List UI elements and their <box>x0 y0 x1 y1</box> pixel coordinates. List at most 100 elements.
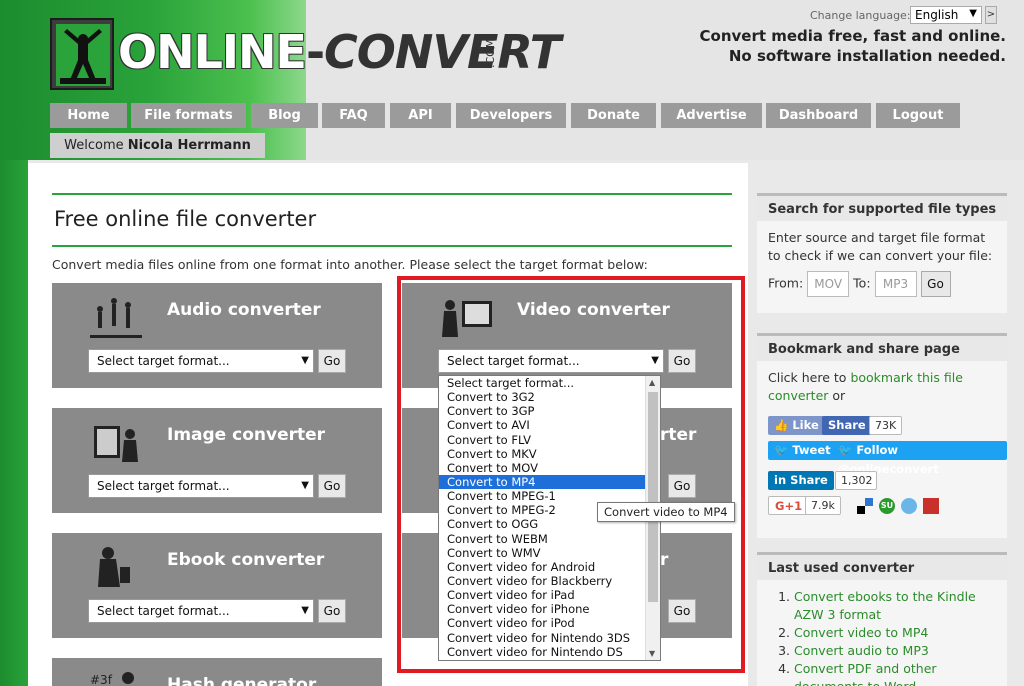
select-placeholder: Select target format... <box>97 479 230 493</box>
digg-icon[interactable] <box>901 498 917 514</box>
stumbleupon-icon[interactable]: SU <box>879 498 895 514</box>
nav-faq[interactable]: FAQ <box>322 103 385 128</box>
page-title: Free online file converter <box>54 207 317 231</box>
dropdown-option[interactable]: Convert to MP4 <box>439 474 645 490</box>
facebook-like-button[interactable]: 👍 Like <box>768 416 825 435</box>
dropdown-option[interactable]: Convert to MKV <box>439 447 645 461</box>
search-go-button[interactable]: Go <box>920 271 951 297</box>
logo-icon[interactable] <box>50 18 114 90</box>
scroll-up-icon[interactable]: ▲ <box>649 378 655 387</box>
image-converter-title: Image converter <box>167 425 326 445</box>
list-item[interactable]: Convert ebooks to the Kindle AZW 3 forma… <box>794 588 1007 624</box>
nav-file-formats[interactable]: File formats <box>131 103 246 128</box>
dropdown-option[interactable]: Convert to FLV <box>439 433 645 447</box>
dropdown-option[interactable]: Convert video for Blackberry <box>439 574 645 588</box>
search-box-text: Enter source and target file format to c… <box>768 230 993 263</box>
to-format-input[interactable]: MP3 <box>874 271 917 297</box>
fb-like-label: Like <box>792 418 819 432</box>
language-go-button[interactable]: > <box>985 6 997 24</box>
nav-developers[interactable]: Developers <box>456 103 566 128</box>
audio-format-select[interactable]: Select target format... ▼ <box>88 349 314 373</box>
nav-donate[interactable]: Donate <box>571 103 656 128</box>
welcome-prefix: Welcome <box>64 138 124 153</box>
bookmark-box-title: Bookmark and share page <box>757 333 1007 361</box>
dropdown-option[interactable]: Convert to 3G2 <box>439 390 645 404</box>
google-plus-button[interactable]: G+1 <box>768 496 810 515</box>
linkedin-count: 1,302 <box>835 471 877 490</box>
dropdown-option[interactable]: Select target format... <box>439 376 645 390</box>
last-used-list: Convert ebooks to the Kindle AZW 3 forma… <box>757 588 1007 686</box>
last-used-link[interactable]: Convert ebooks to the Kindle AZW 3 forma… <box>794 589 976 622</box>
ebook-go-button[interactable]: Go <box>318 599 346 623</box>
title-divider-top <box>52 193 732 195</box>
tweet-button[interactable]: 🐦 Tweet <box>768 441 837 460</box>
nav-logout[interactable]: Logout <box>876 103 960 128</box>
dropdown-option[interactable]: Convert video for Nintendo 3DS <box>439 631 645 645</box>
tagline: Convert media free, fast and online. No … <box>700 26 1007 66</box>
page-description: Convert media files online from one form… <box>52 257 648 272</box>
last-used-converter-box: Last used converter Convert ebooks to th… <box>757 552 1007 686</box>
dropdown-option[interactable]: Convert video for iPhone <box>439 602 645 616</box>
dropdown-option[interactable]: Convert to WEBM <box>439 532 645 546</box>
welcome-user[interactable]: Welcome Nicola Herrmann <box>50 133 265 158</box>
facebook-count: 73K <box>869 416 903 435</box>
thumbs-up-icon: 👍 <box>774 418 789 432</box>
dropdown-option[interactable]: Convert video for iPad <box>439 588 645 602</box>
language-select[interactable]: English ▼ <box>910 6 982 24</box>
image-go-button[interactable]: Go <box>318 474 346 498</box>
logo-dash-text: - <box>305 25 325 79</box>
hash-generator-card: #3f Hash generator <box>52 658 382 686</box>
chevron-down-icon: ▼ <box>301 605 309 616</box>
scroll-down-icon[interactable]: ▼ <box>649 649 655 658</box>
facebook-share-button[interactable]: Share <box>822 416 872 435</box>
last-used-title: Last used converter <box>757 552 1007 580</box>
image-converter-card: Image converter Select target format... … <box>52 408 382 513</box>
audio-go-button[interactable]: Go <box>318 349 346 373</box>
nav-home[interactable]: Home <box>50 103 127 128</box>
list-item[interactable]: Convert audio to MP3 <box>794 642 1007 660</box>
last-used-link[interactable]: Convert video to MP4 <box>794 625 928 640</box>
mixx-icon[interactable] <box>923 498 939 514</box>
search-box-title: Search for supported file types <box>757 193 1007 221</box>
delicious-icon[interactable] <box>857 498 873 514</box>
image-format-select[interactable]: Select target format... ▼ <box>88 474 314 498</box>
tweet-label: Tweet <box>792 443 831 457</box>
audio-converter-card: Audio converter Select target format... … <box>52 283 382 388</box>
nav-advertise[interactable]: Advertise <box>661 103 762 128</box>
linkedin-share-button[interactable]: in Share <box>768 471 834 490</box>
hash-icon: #3f <box>90 672 134 686</box>
dropdown-option[interactable]: Convert video for Nintendo DS <box>439 645 645 659</box>
linkedin-icon: in <box>774 473 787 487</box>
chevron-down-icon: ▼ <box>301 355 309 366</box>
follow-twitter-button[interactable]: 🐦 Follow @onlineconvert <box>832 441 1007 476</box>
last-used-link[interactable]: Convert audio to MP3 <box>794 643 929 658</box>
tagline-line-2: No software installation needed. <box>728 47 1006 65</box>
nav-api[interactable]: API <box>390 103 451 128</box>
select-placeholder: Select target format... <box>97 604 230 618</box>
from-format-input[interactable]: MOV <box>807 271 850 297</box>
to-label: To: <box>853 275 871 291</box>
dropdown-option[interactable]: Convert to AVI <box>439 418 645 432</box>
dropdown-option[interactable]: Convert to MOV <box>439 461 645 475</box>
scrollbar-thumb[interactable] <box>648 392 658 602</box>
from-label: From: <box>768 275 804 291</box>
dropdown-option[interactable]: Convert to WMV <box>439 546 645 560</box>
ebook-converter-card: Ebook converter Select target format... … <box>52 533 382 638</box>
ebook-reader-icon <box>98 547 130 587</box>
list-item[interactable]: Convert PDF and other documents to Word <box>794 660 1007 686</box>
last-used-link[interactable]: Convert PDF and other documents to Word <box>794 661 937 686</box>
dropdown-option[interactable]: Convert video for iPod <box>439 616 645 630</box>
dropdown-option[interactable]: Convert to 3GP <box>439 404 645 418</box>
nav-dashboard[interactable]: Dashboard <box>766 103 871 128</box>
left-green-strip <box>0 160 28 686</box>
chevron-down-icon: ▼ <box>969 8 977 19</box>
list-item[interactable]: Convert video to MP4 <box>794 624 1007 642</box>
search-file-types-box: Search for supported file types Enter so… <box>757 193 1007 313</box>
logo-convert-text: CONVERT <box>324 25 561 79</box>
logo-online-text: ONLINE <box>118 25 307 79</box>
nav-blog[interactable]: Blog <box>251 103 318 128</box>
twitter-bird-icon: 🐦 <box>774 443 789 457</box>
ebook-format-select[interactable]: Select target format... ▼ <box>88 599 314 623</box>
image-viewer-icon <box>94 426 138 462</box>
dropdown-option[interactable]: Convert video for Android <box>439 560 645 574</box>
